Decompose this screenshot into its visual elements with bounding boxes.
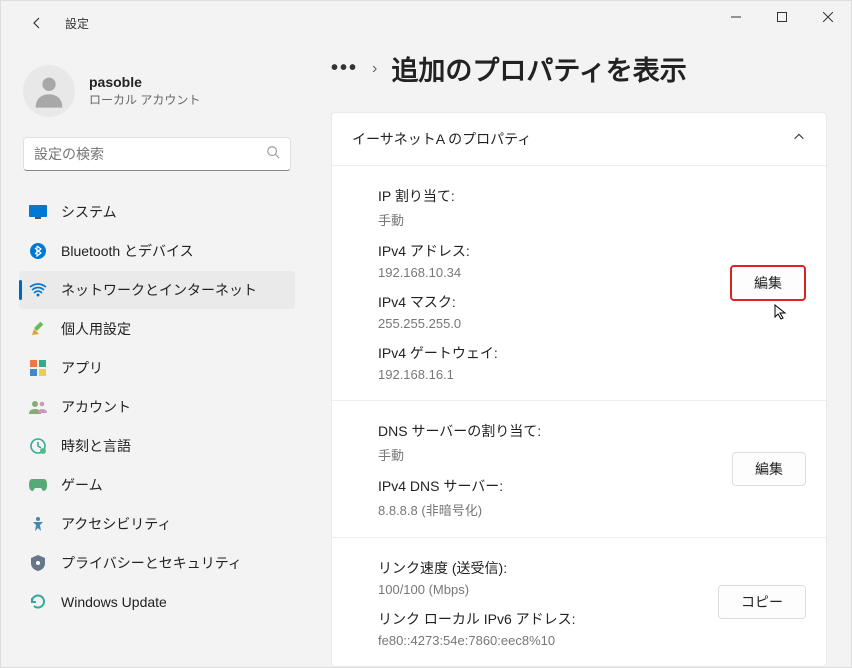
sidebar-item-5[interactable]: アカウント — [19, 388, 295, 426]
page-title: 追加のプロパティを表示 — [391, 49, 686, 88]
user-type: ローカル アカウント — [89, 91, 200, 108]
sidebar-item-3[interactable]: 個人用設定 — [19, 310, 295, 348]
minimize-button[interactable] — [713, 1, 759, 33]
sidebar-item-label: アクセシビリティ — [61, 514, 171, 534]
sidebar-item-label: Bluetooth とデバイス — [61, 241, 194, 261]
sidebar-item-label: ネットワークとインターネット — [61, 280, 257, 300]
card-title: イーサネットA のプロパティ — [352, 129, 531, 149]
sidebar-item-label: ゲーム — [61, 475, 103, 495]
breadcrumb-ellipsis[interactable]: ••• — [331, 57, 358, 80]
avatar — [23, 65, 75, 117]
property-section-1: DNS サーバーの割り当て: 手動 IPv4 DNS サーバー: 8.8.8.8 (非… — [332, 400, 826, 537]
property-value: 8.8.8.8 (非暗号化) — [378, 500, 732, 519]
sidebar-item-7[interactable]: ゲーム — [19, 466, 295, 504]
breadcrumb: ••• › 追加のプロパティを表示 — [331, 49, 827, 88]
user-section[interactable]: pasoble ローカル アカウント — [19, 57, 295, 137]
property-label: DNS サーバーの割り当て: — [378, 421, 732, 441]
maximize-button[interactable] — [759, 1, 805, 33]
sidebar-item-label: アプリ — [61, 358, 103, 378]
apps-icon — [29, 359, 47, 377]
main-content: ••• › 追加のプロパティを表示 イーサネットA のプロパティ IP 割り当て… — [301, 45, 851, 667]
chevron-up-icon — [792, 130, 806, 149]
property-label: IPv4 マスク: — [378, 292, 730, 312]
sidebar-item-label: プライバシーとセキュリティ — [61, 553, 242, 573]
accounts-icon — [29, 398, 47, 416]
property-value: 192.168.10.34 — [378, 265, 730, 280]
copy-button[interactable]: コピー — [718, 585, 806, 619]
property-section-0: IP 割り当て: 手動 IPv4 アドレス: 192.168.10.34 IPv4 マス… — [332, 165, 826, 400]
bluetooth-icon — [29, 242, 47, 260]
property-label: IP 割り当て: — [378, 186, 730, 206]
time-icon — [29, 437, 47, 455]
property-value: fe80::4273:54e:7860:eec8%10 — [378, 633, 718, 648]
back-button[interactable] — [25, 11, 49, 35]
property-value: 255.255.255.0 — [378, 316, 730, 331]
gaming-icon — [29, 476, 47, 494]
system-icon — [29, 203, 47, 221]
card-header[interactable]: イーサネットA のプロパティ — [332, 113, 826, 165]
cursor-icon — [774, 304, 790, 325]
sidebar-item-label: システム — [61, 202, 117, 222]
sidebar-item-10[interactable]: Windows Update — [19, 583, 295, 621]
sidebar-item-8[interactable]: アクセシビリティ — [19, 505, 295, 543]
accessibility-icon — [29, 515, 47, 533]
sidebar-item-label: Windows Update — [61, 594, 167, 610]
search-box[interactable] — [23, 137, 291, 171]
property-value: 100/100 (Mbps) — [378, 582, 718, 597]
sidebar-item-9[interactable]: プライバシーとセキュリティ — [19, 544, 295, 582]
property-value: 192.168.16.1 — [378, 367, 730, 382]
sidebar-item-label: アカウント — [61, 397, 131, 417]
window-title: 設定 — [65, 15, 89, 32]
update-icon — [29, 593, 47, 611]
property-label: IPv4 ゲートウェイ: — [378, 343, 730, 363]
sidebar-item-2[interactable]: ネットワークとインターネット — [19, 271, 295, 309]
chevron-right-icon: › — [372, 60, 377, 78]
personalize-icon — [29, 320, 47, 338]
user-name: pasoble — [89, 74, 200, 90]
search-input[interactable] — [34, 146, 266, 162]
sidebar-item-6[interactable]: 時刻と言語 — [19, 427, 295, 465]
privacy-icon — [29, 554, 47, 572]
property-value: 手動 — [378, 445, 732, 464]
sidebar-item-label: 個人用設定 — [61, 319, 131, 339]
search-icon — [266, 145, 280, 164]
property-section-2: リンク速度 (送受信): 100/100 (Mbps) リンク ローカル IPv6 … — [332, 537, 826, 666]
properties-card: イーサネットA のプロパティ IP 割り当て: 手動 IPv4 アドレス: 192.1… — [331, 112, 827, 667]
property-label: IPv4 DNS サーバー: — [378, 476, 732, 496]
edit-button[interactable]: 編集 — [730, 265, 806, 301]
sidebar-item-label: 時刻と言語 — [61, 436, 131, 456]
property-label: リンク ローカル IPv6 アドレス: — [378, 609, 718, 629]
sidebar-item-1[interactable]: Bluetooth とデバイス — [19, 232, 295, 270]
sidebar-item-0[interactable]: システム — [19, 193, 295, 231]
property-value: 手動 — [378, 210, 730, 229]
sidebar-item-4[interactable]: アプリ — [19, 349, 295, 387]
property-label: リンク速度 (送受信): — [378, 558, 718, 578]
property-label: IPv4 アドレス: — [378, 241, 730, 261]
network-icon — [29, 281, 47, 299]
sidebar: pasoble ローカル アカウント システム Bluetooth とデバイスネッ… — [1, 45, 301, 667]
edit-button[interactable]: 編集 — [732, 452, 806, 486]
close-button[interactable] — [805, 1, 851, 33]
